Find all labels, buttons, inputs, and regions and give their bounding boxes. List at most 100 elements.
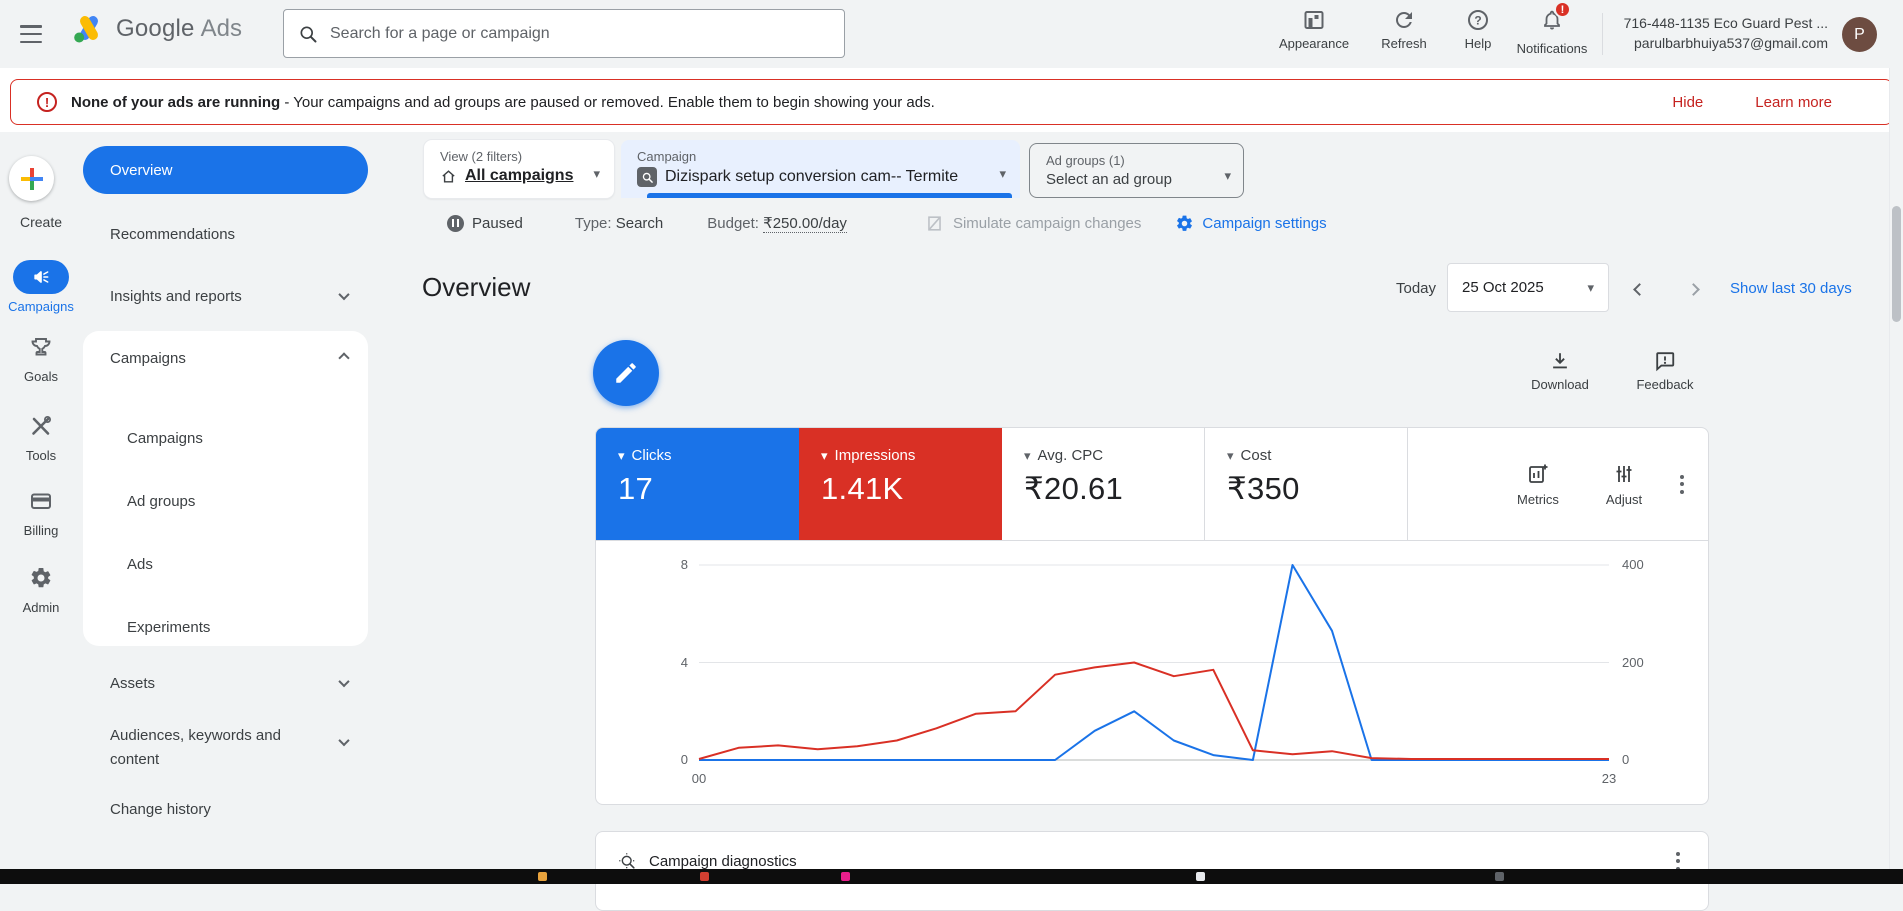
taskbar-icon[interactable] (538, 872, 547, 881)
scorecard-avg-cpc[interactable]: ▾Avg. CPC ₹20.61 (1002, 428, 1205, 540)
alert-text: None of your ads are running - Your camp… (71, 94, 935, 111)
scorecard-impressions[interactable]: ▾Impressions 1.41K (799, 428, 1002, 540)
settings-gear-icon (1175, 214, 1194, 233)
notification-badge: ! (1554, 1, 1571, 18)
adjust-button[interactable]: Adjust (1588, 462, 1660, 507)
adjust-sliders-icon (1612, 462, 1636, 486)
notifications-button[interactable]: ! Notifications (1506, 8, 1598, 56)
hide-button[interactable]: Hide (1672, 94, 1703, 111)
edit-button[interactable] (593, 340, 659, 406)
chart-more-options-icon[interactable] (1674, 469, 1690, 500)
left-axis-tick: 8 (681, 557, 688, 572)
scorecard-clicks[interactable]: ▾Clicks 17 (596, 428, 799, 540)
nav-item-change-history[interactable]: Change history (83, 792, 368, 826)
x-axis-tick: 00 (692, 771, 706, 786)
help-icon: ? (1466, 8, 1490, 32)
avg-cpc-value: ₹20.61 (1024, 471, 1204, 507)
nav-group-campaigns[interactable]: Campaigns (83, 341, 368, 375)
date-range-selector[interactable]: 25 Oct 2025 ▾ (1447, 263, 1609, 312)
avatar[interactable]: P (1842, 17, 1877, 52)
topbar: Google Ads Appearance Refresh (0, 0, 1903, 68)
rail-item-billing[interactable]: Billing (0, 489, 82, 538)
diagnostics-title: Campaign diagnostics (649, 853, 797, 870)
dropdown-caret-icon: ▾ (999, 166, 1006, 182)
left-axis-tick: 0 (681, 752, 688, 767)
view-filter-selector[interactable]: View (2 filters) All campaigns ▾ (424, 140, 614, 198)
download-button[interactable]: Download (1515, 350, 1605, 392)
left-rail: Create Campaigns Goals Tools (0, 132, 82, 884)
nav-item-campaigns[interactable]: Campaigns (83, 421, 368, 455)
nav-item-insights[interactable]: Insights and reports (83, 279, 368, 313)
right-axis-tick: 200 (1622, 655, 1644, 670)
scrollbar[interactable] (1889, 68, 1903, 869)
account-name: 716-448-1135 Eco Guard Pest ... (1624, 13, 1828, 33)
nav-item-audiences[interactable]: Audiences, keywords andcontent (83, 718, 368, 774)
page-title: Overview (422, 272, 530, 303)
scrollbar-thumb[interactable] (1892, 206, 1901, 322)
brand-ads: Ads (201, 15, 242, 43)
campaigns-pill (13, 260, 69, 294)
create-button[interactable] (9, 156, 54, 201)
campaign-settings-button[interactable]: Campaign settings (1175, 214, 1326, 233)
nav-item-assets[interactable]: Assets (83, 666, 368, 700)
refresh-icon (1392, 8, 1416, 32)
create-label: Create (0, 209, 82, 230)
search-input[interactable] (330, 25, 830, 43)
learn-more-link[interactable]: Learn more (1755, 94, 1832, 111)
tools-icon (29, 414, 53, 438)
campaign-status-bar: Paused Type: Search Budget: ₹250.00/day … (447, 208, 1327, 238)
brand-google: Google (116, 15, 195, 43)
today-label: Today (1396, 280, 1436, 297)
nav-item-ads[interactable]: Ads (83, 547, 368, 581)
next-date-button[interactable] (1682, 278, 1704, 300)
show-last-30-days-link[interactable]: Show last 30 days (1730, 280, 1852, 297)
rail-item-campaigns[interactable]: Campaigns (0, 260, 82, 314)
status-paused: Paused (472, 215, 523, 232)
taskbar[interactable] (0, 869, 1903, 884)
x-axis-tick: 23 (1602, 771, 1616, 786)
nav-item-experiments[interactable]: Experiments (83, 610, 368, 644)
feedback-icon (1654, 350, 1676, 372)
global-search[interactable] (283, 9, 845, 58)
rail-item-admin[interactable]: Admin (0, 566, 82, 615)
campaigns-nav-group: Campaigns Campaigns Ad groups Ads Experi… (83, 331, 368, 646)
appearance-icon (1302, 8, 1326, 32)
appearance-button[interactable]: Appearance (1268, 8, 1360, 51)
scorecard-row: ▾Clicks 17 ▾Impressions 1.41K ▾Avg. CPC … (596, 428, 1708, 541)
campaign-type: Search (616, 215, 664, 232)
overview-chart-card: ▾Clicks 17 ▾Impressions 1.41K ▾Avg. CPC … (595, 427, 1709, 805)
simulate-icon (925, 214, 944, 233)
menu-icon[interactable] (20, 23, 44, 45)
metric-caret-icon: ▾ (1024, 448, 1031, 464)
metrics-button[interactable]: Metrics (1502, 462, 1574, 507)
impressions-value: 1.41K (821, 471, 1002, 507)
nav-item-overview[interactable]: Overview (83, 146, 368, 194)
campaign-selector-active-bar (647, 193, 1012, 198)
budget-value[interactable]: ₹250.00/day (763, 214, 847, 233)
taskbar-icon[interactable] (841, 872, 850, 881)
chevron-up-icon (338, 352, 349, 363)
date-value: 25 Oct 2025 (1462, 279, 1544, 296)
campaign-selector[interactable]: Campaign Dizispark setup conversion cam-… (621, 140, 1020, 198)
scorecard-cost[interactable]: ▾Cost ₹350 (1205, 428, 1408, 540)
rail-item-goals[interactable]: Goals (0, 335, 82, 384)
previous-date-button[interactable] (1628, 278, 1650, 300)
ad-group-selector[interactable]: Ad groups (1) Select an ad group ▾ (1029, 143, 1244, 198)
taskbar-icon[interactable] (1196, 872, 1205, 881)
dropdown-caret-icon: ▾ (1587, 280, 1594, 296)
simulate-changes-button[interactable]: Simulate campaign changes (925, 214, 1141, 233)
create-plus-icon (20, 167, 44, 191)
svg-text:?: ? (1474, 14, 1481, 28)
nav-item-recommendations[interactable]: Recommendations (83, 217, 368, 251)
metric-caret-icon: ▾ (618, 448, 625, 464)
nav-item-ad-groups[interactable]: Ad groups (83, 484, 368, 518)
taskbar-icon[interactable] (1495, 872, 1504, 881)
feedback-button[interactable]: Feedback (1620, 350, 1710, 392)
taskbar-icon[interactable] (700, 872, 709, 881)
rail-item-tools[interactable]: Tools (0, 414, 82, 463)
clicks-value: 17 (618, 471, 799, 507)
ads-triangle-icon (72, 14, 106, 44)
gear-icon (29, 566, 53, 590)
home-icon (440, 168, 457, 185)
topbar-divider (1602, 13, 1603, 55)
